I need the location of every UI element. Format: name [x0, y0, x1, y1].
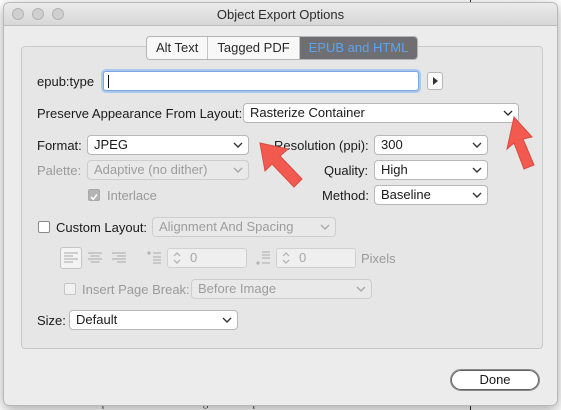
stepper-icon: [282, 252, 290, 264]
interlace-label: Interlace: [107, 188, 157, 203]
tab-epub-and-html[interactable]: EPUB and HTML: [299, 37, 418, 59]
method-value: Baseline: [381, 187, 431, 202]
size-label: Size:: [37, 313, 66, 328]
align-left-icon: [64, 252, 78, 263]
epub-type-menu-button[interactable]: [427, 72, 443, 90]
chevron-down-icon: [233, 166, 243, 174]
align-center-button[interactable]: [84, 247, 106, 269]
chevron-down-icon: [233, 141, 243, 149]
chevron-down-icon: [320, 223, 330, 231]
object-export-options-dialog: Object Export Options Alt Text Tagged PD…: [3, 2, 558, 406]
insert-page-break-checkbox[interactable]: [64, 283, 76, 295]
align-center-icon: [88, 252, 102, 263]
preserve-appearance-select[interactable]: Rasterize Container: [243, 103, 519, 123]
quality-value: High: [381, 162, 408, 177]
custom-layout-label: Custom Layout:: [56, 220, 148, 235]
window-title: Object Export Options: [216, 7, 345, 22]
align-right-button[interactable]: [108, 247, 130, 269]
size-value: Default: [76, 312, 118, 327]
palette-select[interactable]: Adaptive (no dither): [87, 160, 249, 180]
align-right-icon: [112, 252, 126, 263]
epub-type-input[interactable]: [103, 71, 419, 91]
align-left-button[interactable]: [60, 247, 82, 269]
chevron-down-icon: [356, 285, 366, 293]
tab-bar: Alt Text Tagged PDF EPUB and HTML: [146, 36, 419, 60]
annotation-arrow-icon: [259, 142, 303, 188]
quality-label: Quality:: [324, 163, 369, 178]
chevron-down-icon: [472, 191, 482, 199]
chevron-down-icon: [472, 141, 482, 149]
annotation-arrow-icon: [506, 115, 535, 170]
resolution-select[interactable]: 300: [374, 135, 488, 155]
tab-alt-text[interactable]: Alt Text: [147, 37, 209, 59]
chevron-down-icon: [222, 316, 232, 324]
preserve-appearance-value: Rasterize Container: [250, 105, 365, 120]
custom-layout-select[interactable]: Alignment And Spacing: [152, 217, 336, 237]
chevron-down-icon: [472, 166, 482, 174]
spacing-unit-label: Pixels: [361, 251, 396, 266]
stepper-icon: [173, 252, 181, 264]
format-label: Format:: [37, 138, 82, 153]
tab-tagged-pdf[interactable]: Tagged PDF: [208, 37, 300, 59]
title-bar: Object Export Options: [4, 3, 557, 26]
space-after-value: 0: [299, 250, 307, 265]
space-after-icon: [256, 251, 270, 265]
space-before-input[interactable]: 0: [167, 248, 247, 268]
page-break-select[interactable]: Before Image: [191, 279, 372, 299]
space-before-value: 0: [190, 250, 198, 265]
format-value: JPEG: [94, 137, 128, 152]
insert-page-break-label: Insert Page Break:: [82, 282, 190, 297]
method-label: Method:: [322, 188, 369, 203]
quality-select[interactable]: High: [374, 160, 488, 180]
checkmark-icon: [90, 193, 98, 201]
format-select[interactable]: JPEG: [87, 135, 249, 155]
interlace-checkbox[interactable]: [88, 189, 100, 201]
method-select[interactable]: Baseline: [374, 185, 488, 205]
palette-value: Adaptive (no dither): [94, 162, 208, 177]
epub-type-label: epub:type: [37, 74, 95, 89]
size-select[interactable]: Default: [69, 310, 238, 330]
space-after-input[interactable]: 0: [276, 248, 356, 268]
resolution-value: 300: [381, 137, 403, 152]
page-break-value: Before Image: [198, 281, 277, 296]
done-button[interactable]: Done: [450, 369, 540, 391]
text-cursor: [108, 75, 109, 88]
preserve-appearance-label: Preserve Appearance From Layout:: [37, 106, 243, 121]
custom-layout-value: Alignment And Spacing: [159, 219, 294, 234]
palette-label: Palette:: [37, 163, 82, 178]
space-before-icon: [147, 251, 161, 264]
custom-layout-checkbox[interactable]: [38, 221, 50, 233]
play-arrow-icon: [433, 77, 438, 85]
